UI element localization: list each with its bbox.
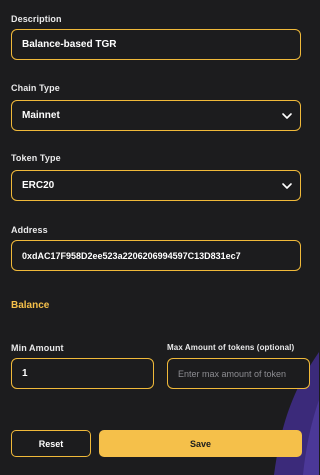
token-type-label: Token Type <box>11 153 61 163</box>
chain-type-select[interactable]: Mainnet <box>11 100 301 131</box>
max-amount-placeholder: Enter max amount of token <box>178 368 287 379</box>
balance-section-title: Balance <box>11 300 50 311</box>
max-amount-label: Max Amount of tokens (optional) <box>167 343 295 352</box>
background-wave-decoration <box>274 352 319 475</box>
token-type-value: ERC20 <box>22 180 55 191</box>
chevron-down-icon <box>282 112 292 119</box>
chain-type-label: Chain Type <box>11 83 60 93</box>
address-label: Address <box>11 225 48 235</box>
save-button[interactable]: Save <box>99 430 302 457</box>
chevron-down-icon <box>282 182 292 189</box>
address-input[interactable]: 0xdAC17F958D2ee523a2206206994597C13D831e… <box>11 240 301 271</box>
min-amount-value: 1 <box>22 368 28 379</box>
min-amount-label: Min Amount <box>11 343 64 353</box>
reset-button-label: Reset <box>38 438 64 449</box>
description-input[interactable]: Balance-based TGR <box>11 29 301 60</box>
max-amount-input[interactable]: Enter max amount of token <box>167 358 310 389</box>
token-type-select[interactable]: ERC20 <box>11 170 301 201</box>
min-amount-input[interactable]: 1 <box>11 358 154 389</box>
description-label: Description <box>11 14 62 24</box>
address-value: 0xdAC17F958D2ee523a2206206994597C13D831e… <box>22 250 241 261</box>
chain-type-value: Mainnet <box>22 110 60 121</box>
save-button-label: Save <box>189 438 212 449</box>
description-value: Balance-based TGR <box>22 39 117 50</box>
reset-button[interactable]: Reset <box>11 430 91 457</box>
